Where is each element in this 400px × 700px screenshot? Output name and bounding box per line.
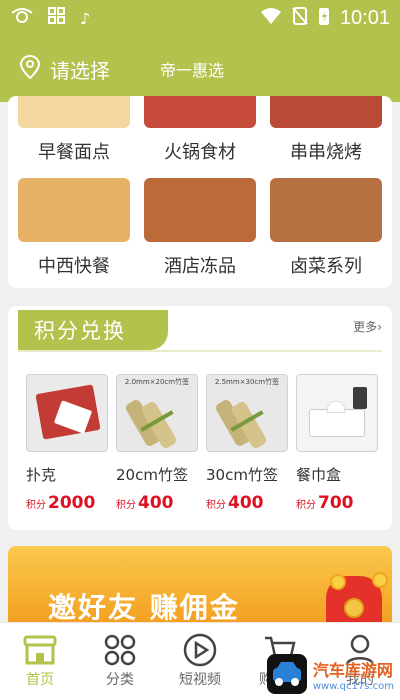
category-grid-icon: [80, 631, 160, 669]
product-card[interactable]: 扑克 积分 2000: [26, 374, 108, 513]
tiktok-icon: ♪: [80, 8, 91, 28]
category-item-frozen[interactable]: 酒店冻品: [144, 178, 256, 278]
category-label: 酒店冻品: [164, 256, 236, 277]
price-value: 400: [228, 493, 264, 513]
category-item-hotpot[interactable]: 火锅食材: [144, 96, 256, 164]
watermark-url: www.qc17s.com: [312, 680, 394, 692]
car-logo-icon: [266, 654, 307, 694]
product-name: 30cm竹签: [206, 466, 278, 484]
location-selector[interactable]: 请选择: [19, 54, 110, 84]
coin-icon: [330, 574, 346, 590]
status-bar: ♪ 10:01: [0, 0, 400, 36]
wifi-icon: [260, 7, 282, 30]
coin-icon: [372, 572, 388, 588]
category-image: [18, 178, 130, 242]
category-item-skewers[interactable]: 串串烧烤: [270, 96, 382, 164]
nav-label: 首页: [26, 672, 54, 688]
product-price: 积分 2000: [26, 493, 108, 513]
store-icon: [0, 631, 80, 669]
divider: [18, 350, 382, 352]
invite-text: 邀好友 赚佣金: [48, 591, 240, 624]
nav-label: 分类: [106, 672, 134, 688]
points-title: 积分兑换: [18, 310, 168, 350]
invite-banner[interactable]: 邀好友 赚佣金: [8, 546, 392, 632]
category-image: [144, 178, 256, 242]
product-price: 积分 400: [206, 493, 288, 513]
category-image: [270, 96, 382, 128]
location-label: 请选择: [50, 58, 110, 83]
product-name: 扑克: [26, 466, 57, 484]
product-card[interactable]: 2.5mm×30cm竹签 30cm竹签 积分 400: [206, 374, 288, 513]
product-image: 2.0mm×20cm竹签: [116, 374, 198, 452]
watermark: 汽车库游网 www.qc17s.com: [266, 654, 394, 694]
product-price: 积分 700: [296, 493, 378, 513]
category-grid: 早餐面点 火锅食材 串串烧烤 中西快餐 酒店冻品 卤菜系列: [8, 96, 392, 288]
watermark-text: 汽车库游网: [312, 660, 393, 680]
product-name: 20cm竹签: [116, 466, 188, 484]
nav-home[interactable]: 首页: [0, 623, 80, 700]
no-sim-icon: [292, 6, 308, 30]
category-item-braised[interactable]: 卤菜系列: [270, 178, 382, 278]
category-item-breakfast[interactable]: 早餐面点: [18, 96, 130, 164]
product-name: 餐巾盒: [296, 466, 342, 484]
category-label: 火锅食材: [164, 142, 236, 163]
price-value: 400: [138, 493, 174, 513]
price-prefix: 积分: [206, 500, 226, 511]
product-image: [26, 374, 108, 452]
category-image: [144, 96, 256, 128]
battery-charging-icon: [318, 6, 330, 31]
product-card[interactable]: 餐巾盒 积分 700: [296, 374, 378, 513]
status-time: 10:01: [339, 6, 390, 29]
chevron-right-icon: ›: [377, 320, 382, 334]
category-image: [18, 96, 130, 128]
product-image-caption: 2.5mm×30cm竹签: [214, 378, 280, 386]
price-prefix: 积分: [296, 500, 316, 511]
category-label: 早餐面点: [38, 142, 110, 163]
app-logo-icon: [10, 7, 34, 29]
nav-category[interactable]: 分类: [80, 623, 160, 700]
product-card[interactable]: 2.0mm×20cm竹签 20cm竹签 积分 400: [116, 374, 198, 513]
more-label: 更多: [353, 320, 378, 334]
product-image: [296, 374, 378, 452]
location-pin-icon: [19, 54, 41, 84]
app-header: 请选择 帝一惠选: [0, 36, 400, 102]
more-link[interactable]: 更多›: [353, 318, 382, 335]
price-prefix: 积分: [26, 500, 46, 511]
category-label: 中西快餐: [38, 256, 110, 277]
product-image-caption: 2.0mm×20cm竹签: [124, 378, 190, 386]
play-circle-icon: [160, 631, 240, 669]
price-value: 2000: [48, 493, 96, 513]
price-value: 700: [318, 493, 354, 513]
nav-video[interactable]: 短视频: [160, 623, 240, 700]
category-label: 卤菜系列: [290, 256, 362, 277]
product-image: 2.5mm×30cm竹签: [206, 374, 288, 452]
category-item-fastfood[interactable]: 中西快餐: [18, 178, 130, 278]
brand-name: 帝一惠选: [160, 61, 225, 80]
price-prefix: 积分: [116, 500, 136, 511]
nav-label: 短视频: [179, 672, 221, 688]
points-exchange-card: 积分兑换 更多› 扑克 积分 2000 2.0mm×20cm竹签 20cm竹签 …: [8, 306, 392, 530]
grid-icon: [48, 7, 66, 29]
product-price: 积分 400: [116, 493, 198, 513]
category-image: [270, 178, 382, 242]
category-label: 串串烧烤: [290, 142, 362, 163]
